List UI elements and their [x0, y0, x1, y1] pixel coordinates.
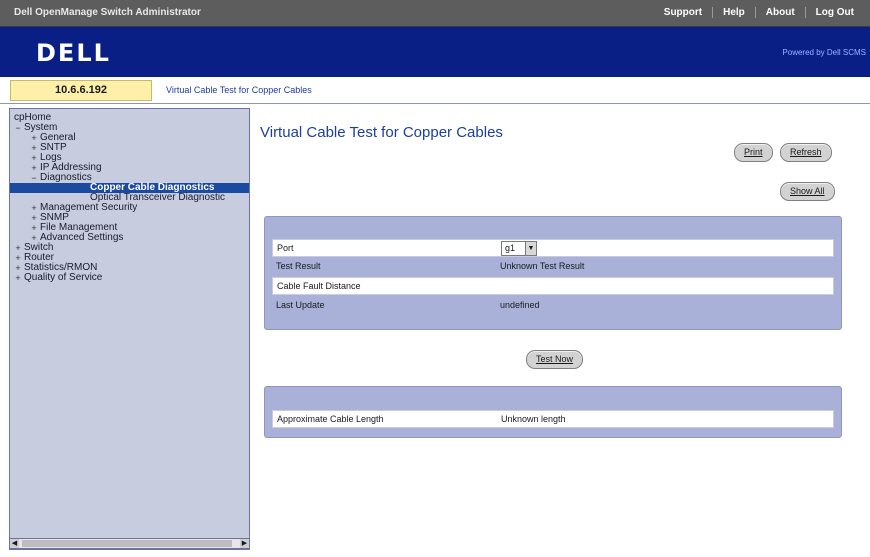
port-select-value: g1: [505, 243, 516, 253]
expand-icon[interactable]: +: [30, 144, 38, 153]
tree-item[interactable]: + Quality of Service: [10, 273, 249, 283]
about-link[interactable]: About: [754, 7, 805, 18]
support-link[interactable]: Support: [654, 7, 712, 18]
collapse-icon[interactable]: −: [30, 174, 38, 183]
tree-horizontal-scrollbar[interactable]: ◀ ▶: [9, 538, 250, 549]
expand-icon[interactable]: +: [14, 264, 22, 273]
fault-distance-label: Cable Fault Distance: [277, 281, 361, 291]
top-links: Support Help About Log Out: [654, 7, 864, 18]
expand-icon[interactable]: +: [30, 234, 38, 243]
device-ip: 10.6.6.192: [10, 80, 152, 101]
expand-icon[interactable]: +: [14, 244, 22, 253]
port-row: Port g1 ▼: [272, 239, 834, 257]
last-update-row: Last Update undefined: [272, 297, 832, 314]
test-result-row: Test Result Unknown Test Result: [272, 258, 832, 275]
app-title: Dell OpenManage Switch Administrator: [14, 7, 201, 18]
help-link[interactable]: Help: [712, 7, 755, 18]
brand-bar: DELL Powered by Dell SCMS: [0, 27, 870, 77]
port-label: Port: [277, 243, 294, 253]
scroll-left-icon[interactable]: ◀: [10, 539, 19, 548]
tree-container: cpHome − System + General + SNTP + Logs + IP Addre…: [10, 113, 249, 283]
cable-length-value: Unknown length: [501, 414, 566, 424]
tree-item-label: Diagnostics: [40, 172, 92, 183]
show-all-button[interactable]: Show All: [780, 182, 835, 201]
breadcrumb: Virtual Cable Test for Copper Cables: [166, 85, 312, 95]
print-button[interactable]: Print: [734, 143, 773, 162]
refresh-button[interactable]: Refresh: [780, 143, 832, 162]
tree-item-label: Quality of Service: [24, 272, 103, 283]
top-bar: Dell OpenManage Switch Administrator Sup…: [0, 0, 870, 27]
last-update-label: Last Update: [276, 300, 325, 310]
cable-length-row: Approximate Cable Length Unknown length: [272, 410, 834, 428]
cable-test-panel: Port g1 ▼ Test Result Unknown Test Resul…: [264, 216, 842, 330]
collapse-icon[interactable]: −: [14, 124, 22, 133]
expand-icon[interactable]: +: [30, 134, 38, 143]
expand-icon[interactable]: +: [30, 164, 38, 173]
chevron-down-icon[interactable]: ▼: [525, 242, 536, 255]
test-now-button[interactable]: Test Now: [526, 350, 584, 369]
logout-link[interactable]: Log Out: [804, 7, 864, 18]
expand-icon[interactable]: +: [30, 154, 38, 163]
expand-icon[interactable]: +: [14, 254, 22, 263]
powered-by-text: Powered by Dell SCMS: [782, 48, 866, 57]
test-result-value: Unknown Test Result: [500, 261, 585, 271]
main-content: Virtual Cable Test for Copper Cables Pri…: [248, 108, 870, 557]
fault-distance-row: Cable Fault Distance: [272, 277, 834, 295]
cable-length-label: Approximate Cable Length: [277, 414, 384, 424]
navigation-tree: cpHome − System + General + SNTP + Logs + IP Addre…: [9, 108, 250, 550]
page-title: Virtual Cable Test for Copper Cables: [260, 124, 503, 141]
expand-icon[interactable]: +: [14, 274, 22, 283]
last-update-value: undefined: [500, 300, 540, 310]
scroll-thumb[interactable]: [22, 540, 232, 547]
port-select[interactable]: g1 ▼: [501, 241, 537, 256]
dell-logo: DELL: [36, 39, 111, 67]
expand-icon[interactable]: +: [30, 214, 38, 223]
ip-bar: 10.6.6.192 Virtual Cable Test for Copper…: [0, 77, 870, 104]
cable-length-panel: Approximate Cable Length Unknown length: [264, 386, 842, 438]
expand-icon[interactable]: +: [30, 204, 38, 213]
expand-icon[interactable]: +: [30, 224, 38, 233]
test-result-label: Test Result: [276, 261, 321, 271]
